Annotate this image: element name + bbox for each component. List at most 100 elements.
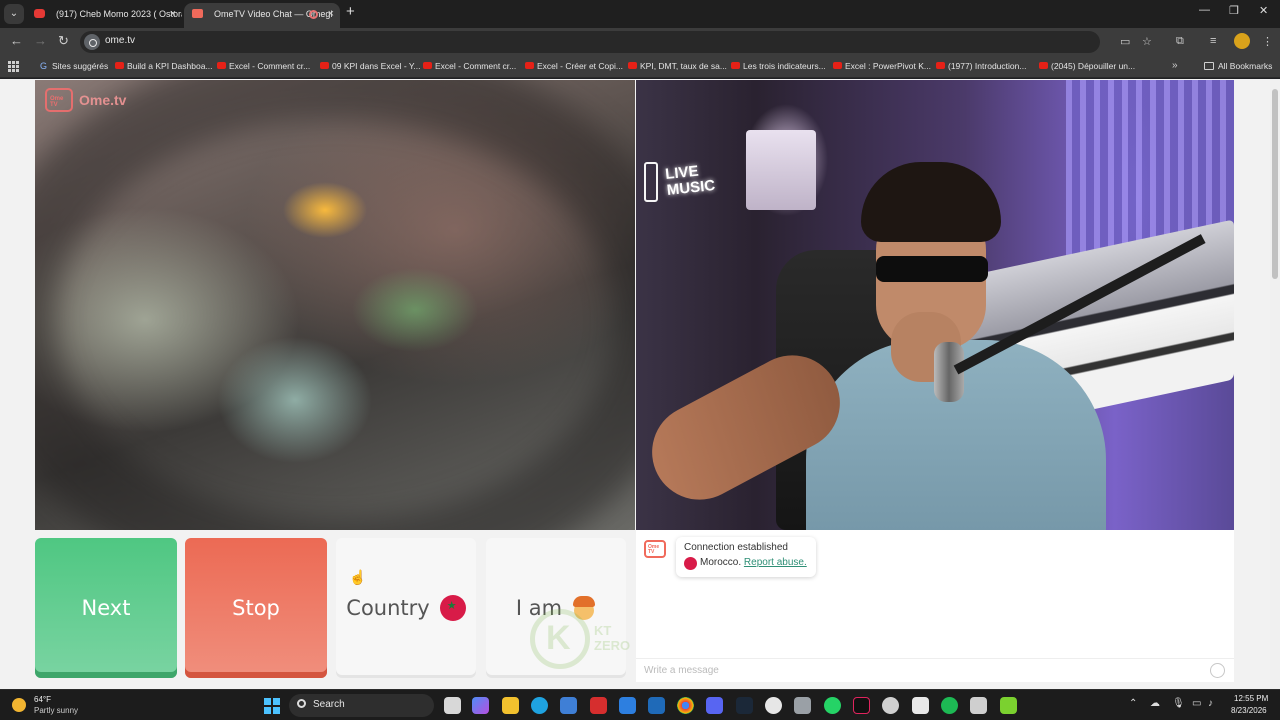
youtube-icon — [34, 9, 45, 18]
page-scrollbar[interactable] — [1270, 79, 1280, 689]
windows-taskbar: 64°F Partly sunny Search ⌃ ☁ 🎙 ▭ ♪ 12:55… — [0, 689, 1280, 720]
bookmark-item[interactable]: Excel : PowerPivot K... — [833, 61, 931, 71]
steam-icon[interactable] — [736, 697, 753, 714]
more-bookmarks-icon[interactable]: » — [1172, 60, 1178, 71]
youtube-icon — [1039, 62, 1048, 69]
microphone-icon[interactable]: 🎙 — [1172, 698, 1185, 709]
settings-gear-icon[interactable] — [882, 697, 899, 714]
forward-icon[interactable]: → — [34, 33, 47, 48]
recording-indicator-icon — [309, 10, 318, 19]
stop-button[interactable]: Stop — [185, 538, 327, 678]
chatgpt-icon[interactable] — [765, 697, 782, 714]
store-icon[interactable] — [560, 697, 577, 714]
whatsapp-icon[interactable] — [824, 697, 841, 714]
youtube-icon — [423, 62, 432, 69]
network-icon[interactable]: ▭ — [1192, 698, 1201, 709]
close-tab-icon[interactable]: × — [328, 3, 334, 25]
minimize-icon[interactable]: — — [1199, 4, 1210, 16]
youtube-icon — [936, 62, 945, 69]
youtube-icon — [731, 62, 740, 69]
windows-start-icon[interactable] — [264, 698, 280, 714]
weather-sun-icon[interactable] — [12, 698, 26, 712]
new-tab-button[interactable]: + — [346, 3, 355, 20]
youtube-icon — [833, 62, 842, 69]
bookmark-item[interactable]: Excel - Comment cr... — [423, 61, 516, 71]
outlook-icon[interactable] — [648, 697, 665, 714]
bookmark-item[interactable]: (2045) Dépouiller un... — [1039, 61, 1135, 71]
search-icon — [297, 699, 306, 708]
edge-icon[interactable] — [531, 697, 548, 714]
bookmark-item[interactable]: 09 KPI dans Excel - Y... — [320, 61, 421, 71]
copilot-icon[interactable] — [472, 697, 489, 714]
pen-app-icon[interactable] — [619, 697, 636, 714]
bookmarks-bar: G Sites suggérés Build a KPI Dashboa... E… — [0, 56, 1280, 78]
tab-youtube[interactable]: (917) Cheb Momo 2023 ( Ostora × — [26, 3, 182, 28]
media-app-icon[interactable] — [1000, 697, 1017, 714]
clock-time[interactable]: 12:55 PM — [1234, 694, 1268, 703]
tab-ometv[interactable]: OmeTV Video Chat — Omegl × — [184, 3, 340, 28]
capcut-icon[interactable] — [912, 697, 929, 714]
all-bookmarks-button[interactable]: All Bookmarks — [1204, 61, 1272, 71]
next-button[interactable]: Next — [35, 538, 177, 678]
live-music-neon-sign: LIVE MUSIC — [644, 162, 724, 206]
onedrive-icon[interactable]: ☁ — [1150, 698, 1160, 709]
bookmark-item[interactable]: (1977) Introduction... — [936, 61, 1026, 71]
country-filter-button[interactable]: Country — [336, 538, 476, 678]
bookmark-star-icon[interactable]: ☆ — [1142, 35, 1152, 48]
tiktok-icon[interactable] — [853, 697, 870, 714]
i-am-label: I am — [515, 596, 563, 620]
emoji-picker-icon[interactable] — [1210, 663, 1225, 678]
ometv-logo-icon: Ome TV — [45, 88, 73, 112]
connection-status: Connection established — [684, 542, 788, 553]
gender-select-button[interactable]: I am — [486, 538, 626, 678]
self-video: LIVE MUSIC — [636, 80, 1234, 530]
ometv-favicon-icon — [192, 9, 203, 18]
reload-icon[interactable]: ↻ — [58, 33, 69, 49]
discord-icon[interactable] — [706, 697, 723, 714]
country-label: Country — [346, 596, 430, 620]
bookmark-item[interactable]: KPI, DMT, taux de sa... — [628, 61, 727, 71]
address-bar[interactable]: ome.tv — [80, 31, 1100, 53]
bookmark-item[interactable]: Les trois indicateurs... — [731, 61, 826, 71]
spotify-icon[interactable] — [941, 697, 958, 714]
reading-list-icon[interactable]: ≡ — [1210, 35, 1216, 47]
bookmark-item[interactable]: G Sites suggérés — [40, 61, 108, 71]
extensions-icon[interactable]: ⧉ — [1176, 35, 1184, 48]
youtube-icon — [320, 62, 329, 69]
apps-grid-icon[interactable] — [8, 61, 19, 72]
cast-icon[interactable]: ▭ — [1120, 35, 1130, 48]
youtube-icon — [525, 62, 534, 69]
system-message: Connection established Morocco. Report a… — [676, 537, 816, 577]
menu-kebab-icon[interactable]: ⋮ — [1262, 35, 1273, 48]
back-icon[interactable]: ← — [10, 33, 23, 48]
profile-avatar[interactable] — [1234, 33, 1250, 49]
tab-title: (917) Cheb Momo 2023 ( Ostora — [56, 9, 182, 19]
volume-icon[interactable]: ♪ — [1208, 698, 1213, 709]
task-view-icon[interactable] — [444, 697, 461, 714]
google-icon: G — [40, 61, 48, 71]
chrome-icon[interactable] — [677, 697, 694, 714]
boy-emoji-icon — [572, 596, 596, 620]
file-explorer-icon[interactable] — [502, 697, 519, 714]
message-input[interactable]: Write a message — [636, 658, 1234, 682]
app-l-icon[interactable] — [590, 697, 607, 714]
weather-description: Partly sunny — [34, 706, 79, 715]
stranger-video: Ome TV Ome.tv — [35, 80, 635, 530]
report-abuse-link[interactable]: Report abuse. — [744, 557, 807, 568]
hand-cursor-icon: ☝ — [349, 569, 367, 585]
show-hidden-icons[interactable]: ⌃ — [1129, 698, 1137, 709]
clock-date[interactable]: 8/23/2026 — [1231, 706, 1267, 715]
bookmark-item[interactable]: Excel - Comment cr... — [217, 61, 310, 71]
bookmark-item[interactable]: Excel - Créer et Copi... — [525, 61, 623, 71]
app-c-icon[interactable] — [970, 697, 987, 714]
chat-panel: Ome TV Connection established Morocco. R… — [636, 530, 1234, 682]
close-window-icon[interactable]: ✕ — [1259, 4, 1268, 17]
taskbar-search[interactable]: Search — [289, 694, 434, 717]
scrollbar-thumb[interactable] — [1272, 89, 1278, 279]
close-tab-icon[interactable]: × — [170, 3, 176, 25]
bookmark-item[interactable]: Build a KPI Dashboa... — [115, 61, 213, 71]
site-info-icon[interactable] — [84, 34, 100, 50]
restore-icon[interactable]: ❐ — [1229, 4, 1239, 17]
tab-search-button[interactable]: ⌄ — [4, 4, 24, 24]
keyboard-app-icon[interactable] — [794, 697, 811, 714]
